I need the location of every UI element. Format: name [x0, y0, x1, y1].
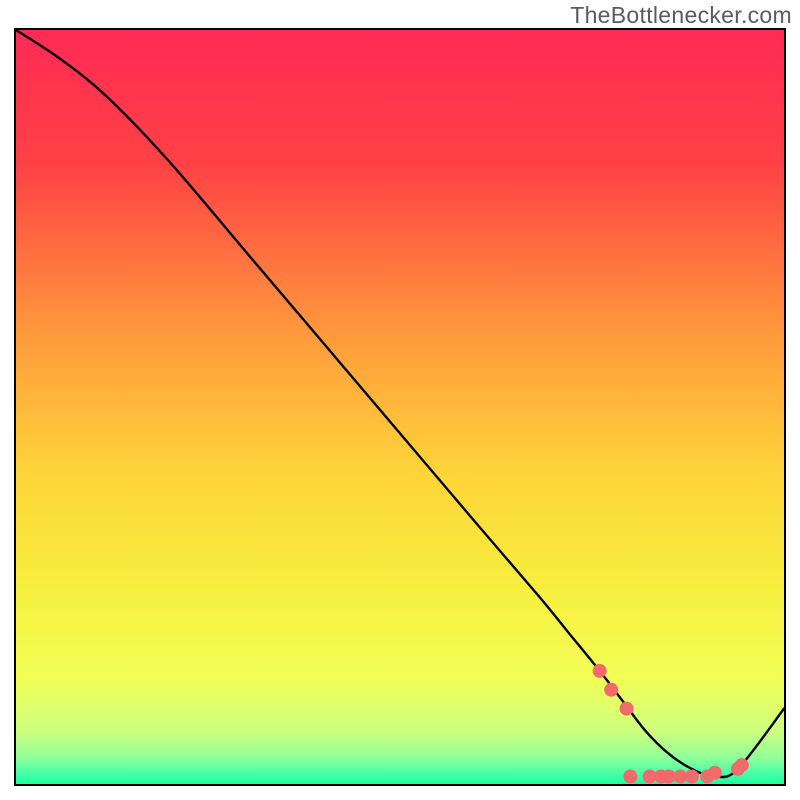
- chart-frame: TheBottlenecker.com: [0, 0, 800, 800]
- highlight-dot: [593, 664, 607, 678]
- highlight-dot: [735, 758, 749, 772]
- sweet-spot-dots: [593, 664, 749, 784]
- highlight-dot: [623, 769, 637, 783]
- dots-layer: [16, 30, 784, 784]
- highlight-dot: [685, 769, 699, 783]
- highlight-dot: [604, 683, 618, 697]
- plot-area: [14, 28, 786, 786]
- watermark-text: TheBottlenecker.com: [570, 2, 792, 29]
- highlight-dot: [708, 766, 722, 780]
- highlight-dot: [620, 702, 634, 716]
